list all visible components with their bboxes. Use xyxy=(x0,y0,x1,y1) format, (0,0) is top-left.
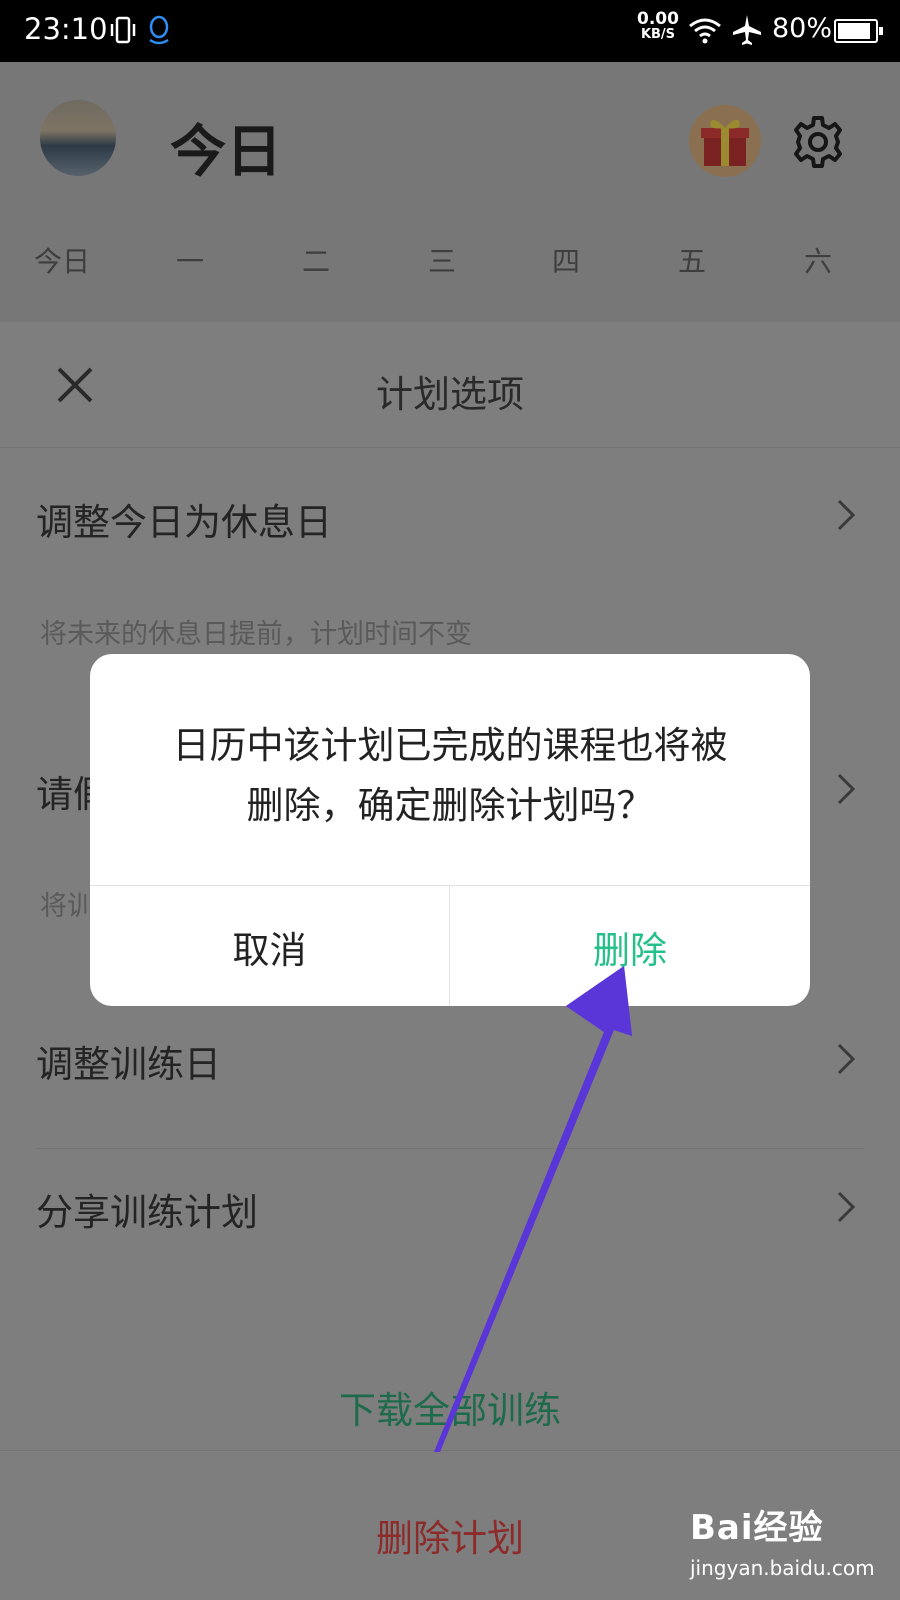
chevron-right-icon xyxy=(837,1043,856,1075)
chevron-right-icon xyxy=(837,499,856,531)
weekday-wed[interactable]: 三 xyxy=(428,240,456,280)
vibrate-icon xyxy=(110,16,136,44)
download-all-button[interactable]: 下载全部训练 xyxy=(0,1380,900,1434)
cancel-button[interactable]: 取消 xyxy=(90,886,450,1006)
wifi-icon xyxy=(689,18,721,44)
confirm-delete-button[interactable]: 删除 xyxy=(450,886,810,1006)
today-header: 今日 今日 一 二 三 四 五 六 xyxy=(0,62,900,322)
airplane-icon xyxy=(733,15,761,45)
baidu-jingyan-watermark: Bai经验 jingyan.baidu.com xyxy=(690,1508,875,1580)
gift-icon[interactable] xyxy=(688,104,762,178)
status-bar: 23:10 0.00 KB/S 80% xyxy=(0,0,900,62)
avatar[interactable] xyxy=(40,100,116,176)
weekday-fri[interactable]: 五 xyxy=(678,240,706,280)
chevron-right-icon xyxy=(837,1191,856,1223)
dialog-message: 日历中该计划已完成的课程也将被 删除，确定删除计划吗？ xyxy=(172,724,728,827)
weekday-sat[interactable]: 六 xyxy=(804,240,832,280)
weekday-tue[interactable]: 二 xyxy=(302,240,330,280)
chevron-right-icon xyxy=(837,773,856,805)
battery-icon xyxy=(834,19,883,43)
page-title: 今日 xyxy=(170,120,282,185)
option-adjust-training-day[interactable]: 调整训练日 xyxy=(36,1034,221,1088)
battery-percent: 80% xyxy=(772,13,833,44)
weekday-strip: 今日 一 二 三 四 五 六 xyxy=(0,240,900,280)
divider xyxy=(36,1148,864,1149)
sheet-header: 计划选项 xyxy=(0,322,900,448)
qq-icon xyxy=(149,15,169,45)
option-leave-desc: 将训 xyxy=(40,891,94,922)
dialog-buttons: 取消 删除 xyxy=(90,885,810,1006)
option-rest-day[interactable]: 调整今日为休息日 xyxy=(36,492,332,546)
weekday-thu[interactable]: 四 xyxy=(552,240,580,280)
weekday-today[interactable]: 今日 xyxy=(34,240,90,280)
network-speed: 0.00 KB/S xyxy=(637,9,679,43)
settings-gear-icon[interactable] xyxy=(790,114,846,170)
option-share-plan[interactable]: 分享训练计划 xyxy=(36,1182,258,1236)
status-time: 23:10 xyxy=(24,12,108,46)
confirm-delete-dialog: 日历中该计划已完成的课程也将被 删除，确定删除计划吗？ 取消 删除 xyxy=(90,654,810,1006)
option-rest-day-desc: 将未来的休息日提前，计划时间不变 xyxy=(40,619,472,650)
sheet-title: 计划选项 xyxy=(376,373,524,416)
weekday-mon[interactable]: 一 xyxy=(176,240,204,280)
